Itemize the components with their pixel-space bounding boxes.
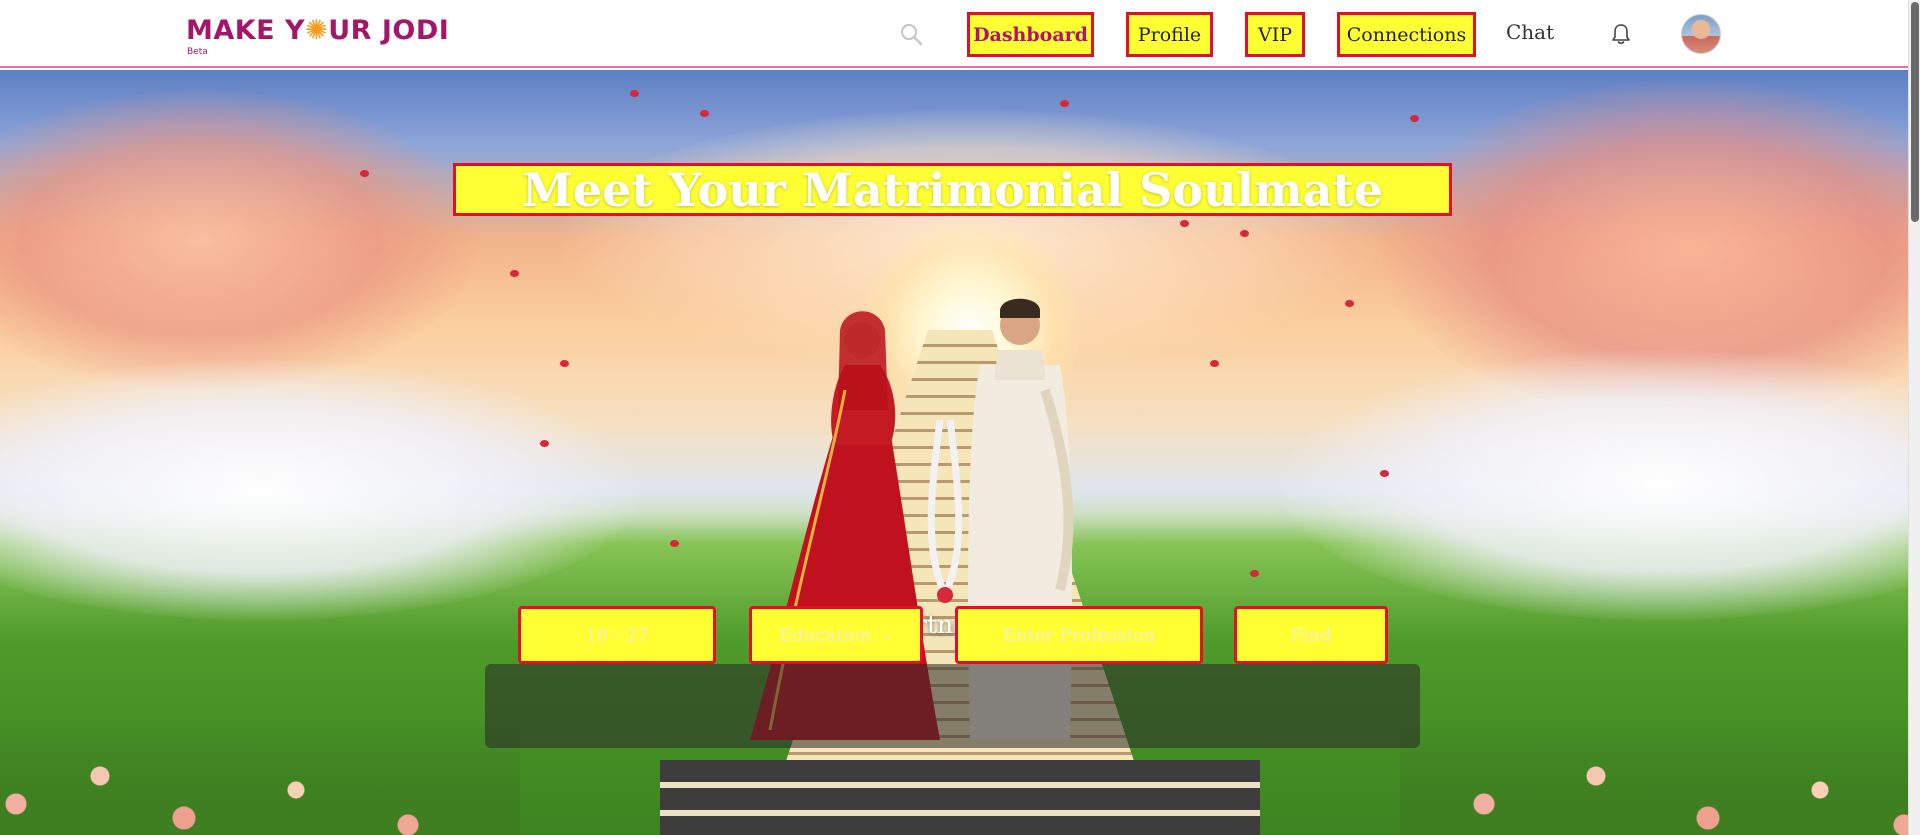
flower-field-left <box>0 720 520 835</box>
hero-banner: Meet Your Matrimonial Soulmate Add your … <box>0 70 1908 835</box>
search-icon[interactable] <box>898 21 924 47</box>
nav-chat[interactable]: Chat <box>1506 20 1554 48</box>
petal <box>1180 220 1189 227</box>
hero-title: Meet Your Matrimonial Soulmate <box>453 163 1452 217</box>
age-range-field[interactable]: 18 - 27 <box>518 606 716 664</box>
petal <box>360 170 369 177</box>
education-label: Education <box>778 624 872 646</box>
find-button[interactable]: Find <box>1234 606 1388 664</box>
logo[interactable]: MAKE Y✺UR JODI Beta <box>186 14 450 58</box>
beta-badge: Beta <box>187 47 208 57</box>
nav-dashboard[interactable]: Dashboard <box>967 12 1094 57</box>
petal <box>560 360 569 367</box>
petal <box>540 440 549 447</box>
nav-profile[interactable]: Profile <box>1126 12 1213 57</box>
petal <box>1210 360 1219 367</box>
flower-field-right <box>1400 720 1908 835</box>
petal <box>1240 230 1249 237</box>
education-select[interactable]: Education ⌄ <box>749 606 923 664</box>
logo-wordmark: MAKE Y✺UR JODI <box>186 15 450 46</box>
petal <box>670 540 679 547</box>
nav-vip[interactable]: VIP <box>1245 12 1305 57</box>
petal <box>1410 115 1419 122</box>
preferences-bar <box>485 664 1420 748</box>
scrollbar-thumb[interactable] <box>1911 2 1919 222</box>
hero-cloud <box>0 360 640 620</box>
petal <box>1345 300 1354 307</box>
bell-icon[interactable] <box>1607 20 1635 48</box>
petal <box>1380 470 1389 477</box>
page-scrollbar[interactable] <box>1908 0 1920 835</box>
flower-icon: ✺ <box>305 15 329 46</box>
hero-cloud <box>1280 350 1908 620</box>
avatar[interactable] <box>1681 14 1721 54</box>
profession-input[interactable]: Enter Profession <box>955 606 1203 664</box>
petal <box>630 90 639 97</box>
petal <box>700 110 709 117</box>
chevron-down-icon: ⌄ <box>881 627 894 643</box>
hero-cloud <box>0 90 480 390</box>
petal <box>1250 570 1259 577</box>
top-navbar: MAKE Y✺UR JODI Beta Dashboard Profile VI… <box>0 0 1908 68</box>
petal <box>1060 100 1069 107</box>
petal <box>510 270 519 277</box>
nav-connections[interactable]: Connections <box>1337 12 1476 57</box>
